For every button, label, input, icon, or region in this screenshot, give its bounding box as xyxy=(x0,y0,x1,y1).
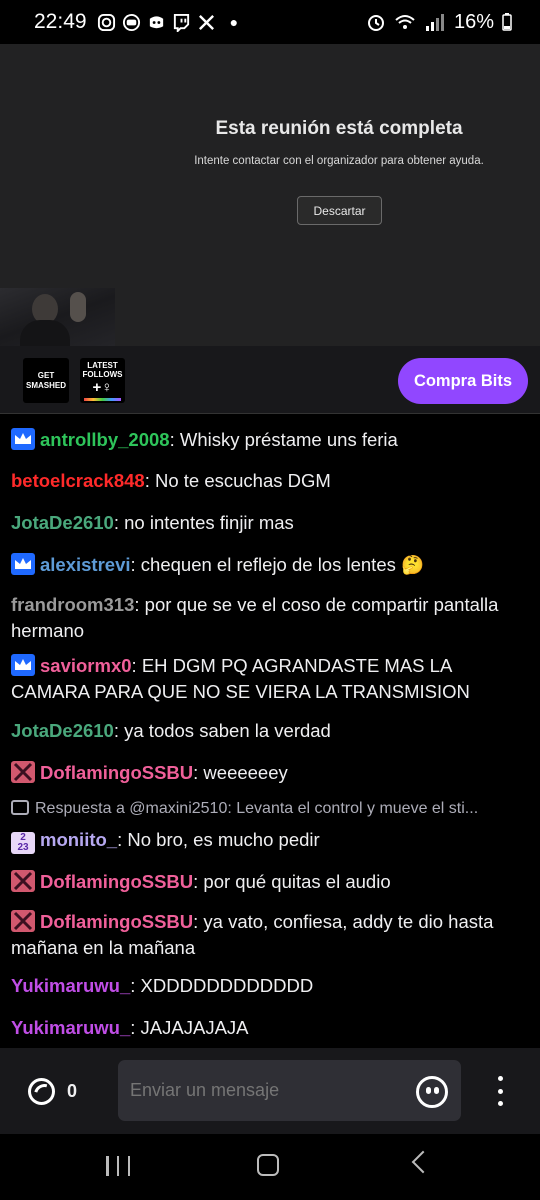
extensions-bar: GET SMASHED LATEST FOLLOWS +♀ Compra Bit… xyxy=(0,346,540,414)
home-icon[interactable] xyxy=(257,1154,279,1176)
battery-icon xyxy=(502,13,512,31)
chat-message: antrollby_2008: Whisky préstame uns feri… xyxy=(11,427,531,453)
signal-icon xyxy=(425,14,444,31)
chat-username[interactable]: DoflamingoSSBU xyxy=(40,911,193,932)
system-indicators: 16% xyxy=(366,11,512,34)
chat-text: : weeeeeey xyxy=(193,762,288,783)
webcam-overlay xyxy=(0,288,115,346)
chat-username[interactable]: betoelcrack848 xyxy=(11,470,145,491)
chat-message: DoflamingoSSBU: por qué quitas el audio xyxy=(11,869,531,895)
more-notifications-dot: ● xyxy=(229,14,239,30)
x-icon xyxy=(198,14,214,30)
reply-preview[interactable]: Respuesta a @maxini2510: Levanta el cont… xyxy=(11,798,531,820)
ext1-label-bottom: SMASHED xyxy=(25,380,66,390)
chat-message: JotaDe2610: no intentes finjir mas xyxy=(11,510,531,536)
chat-username[interactable]: antrollby_2008 xyxy=(40,429,170,450)
youtube-icon xyxy=(122,13,140,31)
get-smashed-extension[interactable]: GET SMASHED xyxy=(23,358,69,403)
twitch-icon xyxy=(173,13,189,32)
meeting-full-title: Esta reunión está completa xyxy=(215,118,463,139)
chat-text: : por qué quitas el audio xyxy=(193,871,391,892)
chat-message: betoelcrack848: No te escuchas DGM xyxy=(11,468,531,494)
x-badge-icon[interactable] xyxy=(11,910,35,932)
system-navigation-bar xyxy=(0,1134,540,1200)
chat-text: : Whisky préstame uns feria xyxy=(169,429,398,450)
chat-username[interactable]: DoflamingoSSBU xyxy=(40,871,193,892)
instagram-icon xyxy=(97,13,115,31)
ext2-follow-icon: +♀ xyxy=(92,379,113,396)
chat-username[interactable]: saviormx0 xyxy=(40,655,132,676)
chat-username[interactable]: JotaDe2610 xyxy=(11,720,114,741)
chat-message: Yukimaruwu_: JAJAJAJAJA xyxy=(11,1015,531,1041)
chat-text: : No te escuchas DGM xyxy=(144,470,331,491)
ext2-label: LATEST FOLLOWS xyxy=(82,361,123,379)
recents-icon[interactable] xyxy=(106,1156,130,1176)
chat-message: saviormx0: EH DGM PQ AGRANDASTE MAS LA C… xyxy=(11,653,531,705)
chat-message: JotaDe2610: ya todos saben la verdad xyxy=(11,718,531,744)
chat-username[interactable]: JotaDe2610 xyxy=(11,512,114,533)
ext2-rainbow-bar xyxy=(84,398,121,401)
chat-text: : ya todos saben la verdad xyxy=(113,720,331,741)
channel-points-icon xyxy=(28,1078,55,1105)
webcam-body xyxy=(20,320,70,346)
chat-username[interactable]: Yukimaruwu_ xyxy=(11,975,130,996)
dismiss-button[interactable]: Descartar xyxy=(297,196,382,225)
chat-message: 2 23 moniito_: No bro, es mucho pedir xyxy=(11,827,531,854)
crown-badge-icon[interactable] xyxy=(11,553,35,575)
channel-points-button[interactable]: 0 xyxy=(28,1078,77,1105)
status-bar: 22:49 ● 16% xyxy=(0,0,540,44)
sub-badge-icon[interactable]: 2 23 xyxy=(11,832,35,854)
chat-message: DoflamingoSSBU: weeeeeey xyxy=(11,760,531,786)
crown-badge-icon[interactable] xyxy=(11,654,35,676)
chat-message: frandroom313: por que se ve el coso de c… xyxy=(11,592,531,644)
chat-username[interactable]: alexistrevi xyxy=(40,554,131,575)
x-badge-icon[interactable] xyxy=(11,870,35,892)
chat-username[interactable]: frandroom313 xyxy=(11,594,134,615)
chat-message: DoflamingoSSBU: ya vato, confiesa, addy … xyxy=(11,909,531,961)
alarm-icon xyxy=(367,15,384,31)
chat-message-input[interactable] xyxy=(118,1060,461,1121)
latest-follows-extension[interactable]: LATEST FOLLOWS +♀ xyxy=(80,358,125,403)
chat-list[interactable]: antrollby_2008: Whisky préstame uns feri… xyxy=(0,415,540,1048)
chat-text: : JAJAJAJAJA xyxy=(130,1017,249,1038)
chat-text: : chequen el reflejo de los lentes 🤔 xyxy=(130,554,425,575)
channel-points-value: 0 xyxy=(67,1081,78,1101)
ext1-label-top: GET xyxy=(37,370,55,380)
reply-icon xyxy=(11,800,29,815)
back-icon[interactable] xyxy=(411,1150,435,1174)
chat-username[interactable]: Yukimaruwu_ xyxy=(11,1017,130,1038)
battery-percent: 16% xyxy=(453,10,494,33)
chat-text: : No bro, es mucho pedir xyxy=(117,829,320,850)
chat-message: alexistrevi: chequen el reflejo de los l… xyxy=(11,552,531,578)
video-player[interactable]: Esta reunión está completa Intente conta… xyxy=(0,44,540,346)
wifi-icon xyxy=(395,15,415,29)
more-options-icon[interactable] xyxy=(490,1076,510,1106)
reply-text: Respuesta a @maxini2510: Levanta el cont… xyxy=(35,800,479,817)
notification-icons: ● xyxy=(97,13,238,32)
chat-username[interactable]: moniito_ xyxy=(40,829,117,850)
meeting-full-subtitle: Intente contactar con el organizador par… xyxy=(194,155,484,167)
buy-bits-button[interactable]: Compra Bits xyxy=(398,358,528,404)
chat-text: : no intentes finjir mas xyxy=(113,512,294,533)
webcam-hand xyxy=(70,292,86,322)
clock: 22:49 xyxy=(34,10,87,33)
x-badge-icon[interactable] xyxy=(11,761,35,783)
chat-text: : XDDDDDDDDDDDD xyxy=(130,975,314,996)
crown-badge-icon[interactable] xyxy=(11,428,35,450)
chat-username[interactable]: DoflamingoSSBU xyxy=(40,762,193,783)
emote-picker-icon[interactable] xyxy=(416,1076,448,1108)
chat-input-bar: 0 xyxy=(0,1048,540,1134)
chat-message: Yukimaruwu_: XDDDDDDDDDDDD xyxy=(11,973,531,999)
discord-icon xyxy=(149,15,163,28)
sub-badge-bottom: 23 xyxy=(17,842,29,853)
